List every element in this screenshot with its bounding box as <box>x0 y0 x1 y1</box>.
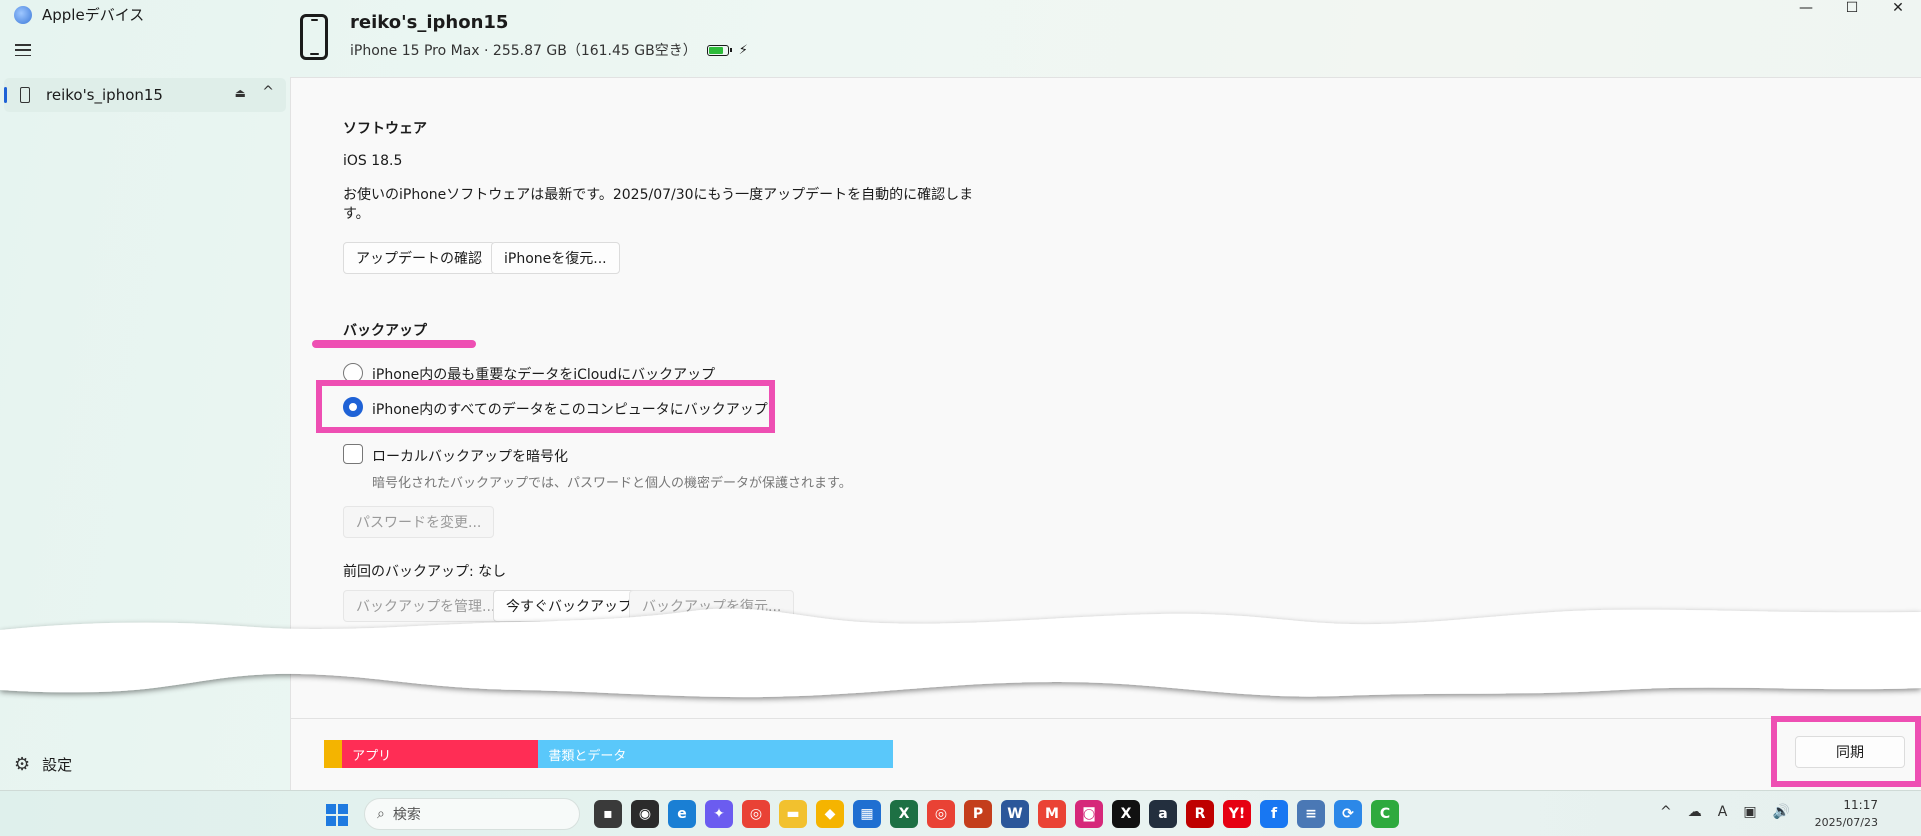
taskbar-app-chrome-profile-icon[interactable]: ◎ <box>927 800 955 828</box>
torn-paper-divider <box>0 608 1921 698</box>
software-status-line2: す。 <box>343 206 370 222</box>
taskbar-app-explorer-icon[interactable]: ▬ <box>779 800 807 828</box>
taskbar-app-powerpoint-icon[interactable]: P <box>964 800 992 828</box>
device-header: reiko's_iphon15 iPhone 15 Pro Max · 255.… <box>300 12 748 60</box>
eject-icon[interactable]: ⏏ <box>235 86 246 100</box>
windows-start-icon[interactable] <box>326 804 348 826</box>
taskbar-app-x-icon[interactable]: X <box>1112 800 1140 828</box>
volume-icon[interactable]: 🔊 <box>1773 804 1790 820</box>
storage-segment: 書類とデータ <box>538 740 894 768</box>
annotation-underline <box>312 340 476 348</box>
apple-devices-logo-icon <box>14 5 32 24</box>
encrypt-backup-checkbox[interactable] <box>343 444 363 464</box>
encrypt-note: 暗号化されたバックアップでは、パスワードと個人の機密データが保護されます。 <box>372 476 852 491</box>
device-info: iPhone 15 Pro Max · 255.87 GB（161.45 GB空… <box>350 43 697 59</box>
app-title: Appleデバイス <box>42 6 145 24</box>
taskbar-app-rakuten-icon[interactable]: R <box>1186 800 1214 828</box>
device-name: reiko's_iphon15 <box>350 12 509 33</box>
taskbar-app-word-icon[interactable]: W <box>1001 800 1029 828</box>
window-controls: — ☐ ✕ <box>1783 0 1921 16</box>
taskbar-app-keep-icon[interactable]: ◆ <box>816 800 844 828</box>
clock-time: 11:17 <box>1843 798 1878 812</box>
backup-section-title: バックアップ <box>343 323 427 339</box>
settings-button[interactable]: ⚙ 設定 <box>14 754 72 775</box>
show-hidden-icons-icon[interactable]: ^ <box>1660 804 1672 820</box>
sidebar-item-device[interactable]: reiko's_iphon15 ⏏ ^ <box>4 78 286 112</box>
app-title-bar: Appleデバイス <box>14 4 144 25</box>
taskbar-app-chrome-icon[interactable]: ◎ <box>742 800 770 828</box>
taskbar-app-copilot-icon[interactable]: ✦ <box>705 800 733 828</box>
taskbar-app-edge-icon[interactable]: e <box>668 800 696 828</box>
clock-date: 2025/07/23 <box>1814 816 1878 829</box>
iphone-icon <box>20 87 30 103</box>
taskbar-app-store-icon[interactable]: ▦ <box>853 800 881 828</box>
storage-segment: アプリ <box>342 740 539 768</box>
search-icon: ⌕ <box>377 806 385 822</box>
taskbar-app-amazon-icon[interactable]: a <box>1149 800 1177 828</box>
taskbar-app-gmail-icon[interactable]: M <box>1038 800 1066 828</box>
taskbar-app-facebook-icon[interactable]: f <box>1260 800 1288 828</box>
chevron-up-icon[interactable]: ^ <box>262 84 274 100</box>
change-password-button[interactable]: パスワードを変更... <box>343 506 495 538</box>
taskbar-apps: ▪ ◉ e ✦ ◎ ▬ ◆ ▦ X ◎ P W M ◙ Xa R Y! f ≡ ⟳ C <box>594 800 1399 828</box>
sidebar-item-label: reiko's_iphon15 <box>46 86 163 104</box>
minimize-button[interactable]: — <box>1783 0 1829 16</box>
close-button[interactable]: ✕ <box>1875 0 1921 16</box>
taskbar-app-camtasia-icon[interactable]: C <box>1371 800 1399 828</box>
restore-iphone-button[interactable]: iPhoneを復元... <box>491 242 620 274</box>
network-icon[interactable]: ▣ <box>1743 804 1756 820</box>
backup-computer-label[interactable]: iPhone内のすべてのデータをこのコンピュータにバックアップ <box>372 399 768 419</box>
storage-segment <box>324 740 343 768</box>
search-placeholder: 検索 <box>392 807 421 823</box>
system-tray: ^ ☁ A ▣ 🔊 <box>1660 804 1790 820</box>
battery-icon <box>706 44 732 56</box>
maximize-button[interactable]: ☐ <box>1829 0 1875 16</box>
encrypt-backup-label[interactable]: ローカルバックアップを暗号化 <box>372 446 568 466</box>
taskbar-app-game-icon[interactable]: ◉ <box>631 800 659 828</box>
ime-icon[interactable]: A <box>1718 804 1728 820</box>
charging-icon: ⚡ <box>738 42 748 58</box>
last-backup-text: 前回のバックアップ: なし <box>343 564 507 580</box>
taskbar-search[interactable]: ⌕ 検索 <box>364 798 580 830</box>
backup-computer-radio[interactable] <box>343 397 363 417</box>
clock[interactable]: 11:17 2025/07/23 <box>1814 797 1878 831</box>
sync-button[interactable]: 同期 <box>1795 736 1905 768</box>
iphone-icon <box>300 14 328 60</box>
taskbar-app-apple-devices-icon[interactable]: ⟳ <box>1334 800 1362 828</box>
software-status-line1: お使いのiPhoneソフトウェアは最新です。2025/07/30にもう一度アップ… <box>343 187 974 203</box>
taskbar-app-notepad-icon[interactable]: ≡ <box>1297 800 1325 828</box>
selection-indicator <box>4 87 7 103</box>
taskbar-app-yahoo-icon[interactable]: Y! <box>1223 800 1251 828</box>
menu-icon[interactable] <box>15 44 31 56</box>
settings-label: 設定 <box>42 756 73 774</box>
taskbar-app-excel-icon[interactable]: X <box>890 800 918 828</box>
taskbar-app-files-icon[interactable]: ▪ <box>594 800 622 828</box>
taskbar: ⌕ 検索 ▪ ◉ e ✦ ◎ ▬ ◆ ▦ X ◎ P W M ◙ Xa R Y! f ≡ ⟳ C ^ ☁ A ▣ 🔊 11:17… <box>0 790 1921 836</box>
taskbar-app-instagram-icon[interactable]: ◙ <box>1075 800 1103 828</box>
ios-version: iOS 18.5 <box>343 153 403 169</box>
check-update-button[interactable]: アップデートの確認 <box>343 242 495 274</box>
software-section-title: ソフトウェア <box>343 121 427 137</box>
gear-icon: ⚙ <box>14 754 31 775</box>
onedrive-icon[interactable]: ☁ <box>1688 804 1702 820</box>
